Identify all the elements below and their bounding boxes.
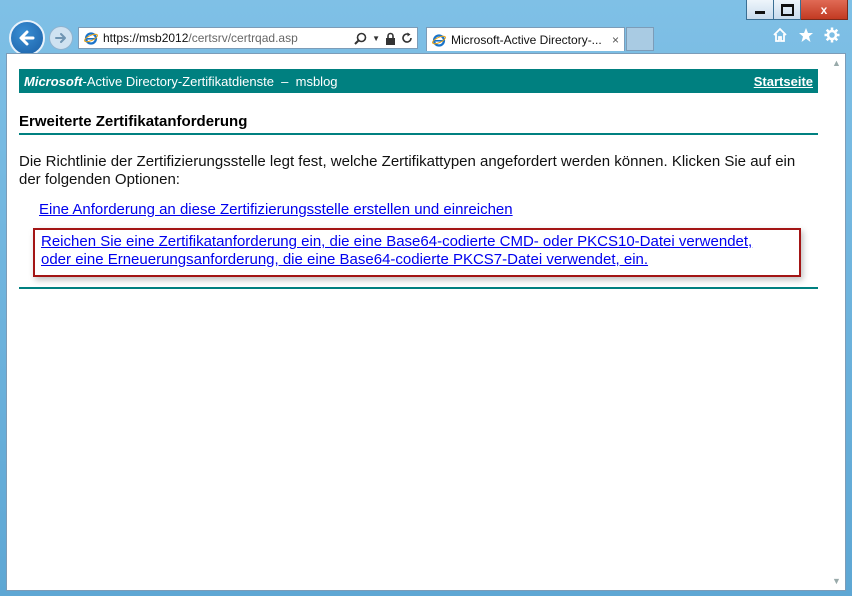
page-content: Microsoft -Active Directory-Zertifikatdi… <box>19 69 818 289</box>
search-dropdown-icon[interactable]: ▼ <box>372 34 380 43</box>
maximize-icon <box>780 3 794 16</box>
favorites-star-icon[interactable] <box>798 27 814 43</box>
submit-link-line2: oder eine Erneuerungsanforderung, die ei… <box>41 251 649 268</box>
forward-button[interactable] <box>49 26 73 50</box>
back-arrow-icon <box>19 30 35 46</box>
banner-brand: Microsoft <box>24 73 83 89</box>
tab-active[interactable]: Microsoft-Active Directory-... × <box>426 27 625 51</box>
tab-title: Microsoft-Active Directory-... <box>451 32 602 47</box>
banner-title: -Active Directory-Zertifikatdienste – ms… <box>82 73 338 89</box>
browser-toolbar <box>772 27 840 43</box>
address-tools: ▼ <box>354 32 413 45</box>
forward-arrow-icon <box>55 33 66 43</box>
create-request-link[interactable]: Eine Anforderung an diese Zertifizierung… <box>39 201 818 219</box>
scroll-up-icon[interactable]: ▲ <box>832 58 841 68</box>
tab-close-icon[interactable]: × <box>612 33 619 47</box>
window-controls: x <box>746 0 848 20</box>
highlight-box: Reichen Sie eine Zertifikatanforderung e… <box>33 228 801 277</box>
back-button[interactable] <box>9 20 45 56</box>
search-icon[interactable] <box>354 32 367 45</box>
url-host: https://msb2012 <box>103 31 189 45</box>
submit-base64-request-link[interactable]: Reichen Sie eine Zertifikatanforderung e… <box>41 233 793 269</box>
maximize-button[interactable] <box>774 0 801 20</box>
settings-gear-icon[interactable] <box>824 27 840 43</box>
description-text: Die Richtlinie der Zertifizierungsstelle… <box>19 153 796 188</box>
ie-logo-icon <box>84 32 98 45</box>
address-bar[interactable]: https://msb2012/certsrv/certrqad.asp ▼ <box>78 27 418 49</box>
page-viewport: Microsoft -Active Directory-Zertifikatdi… <box>6 53 846 591</box>
home-icon[interactable] <box>772 27 788 43</box>
ie-logo-icon <box>432 33 446 47</box>
lock-icon[interactable] <box>385 32 396 45</box>
page-heading: Erweiterte Zertifikatanforderung <box>19 113 818 135</box>
minimize-icon <box>755 11 765 14</box>
minimize-button[interactable] <box>746 0 774 20</box>
browser-window: x https://msb2012/certsrv/certrqad.asp ▼ <box>0 0 852 596</box>
new-tab-button[interactable] <box>626 27 654 51</box>
vertical-scrollbar[interactable]: ▲ ▼ <box>828 54 845 590</box>
refresh-icon[interactable] <box>401 32 413 44</box>
options-list: Eine Anforderung an diese Zertifizierung… <box>33 201 818 277</box>
bottom-divider <box>19 287 818 289</box>
close-window-button[interactable]: x <box>801 0 848 20</box>
header-banner: Microsoft -Active Directory-Zertifikatdi… <box>19 69 818 93</box>
home-link[interactable]: Startseite <box>754 74 813 89</box>
url-path: /certsrv/certrqad.asp <box>188 31 298 45</box>
scroll-down-icon[interactable]: ▼ <box>832 576 841 586</box>
url-text[interactable]: https://msb2012/certsrv/certrqad.asp <box>103 31 298 45</box>
submit-link-line1: Reichen Sie eine Zertifikatanforderung e… <box>41 233 753 250</box>
